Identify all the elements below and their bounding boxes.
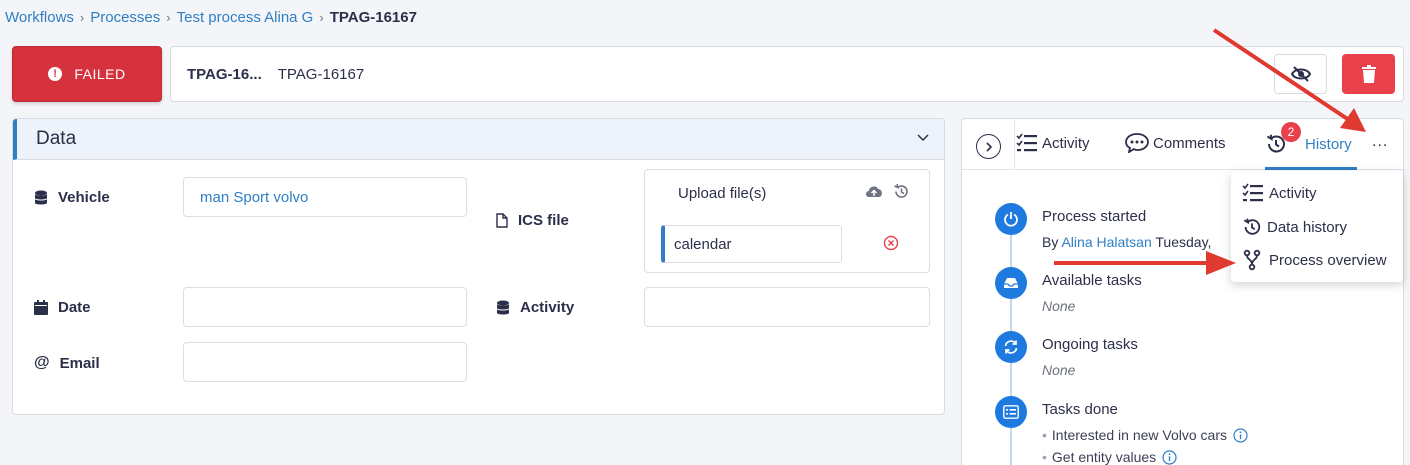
- tab-divider: [1014, 119, 1015, 170]
- tab-history[interactable]: History: [1265, 133, 1352, 155]
- breadcrumb-separator: ›: [319, 10, 324, 25]
- cloud-upload-icon[interactable]: [864, 184, 884, 198]
- upload-files-button[interactable]: Upload file(s): [678, 185, 766, 202]
- calendar-icon: [34, 300, 48, 315]
- task-done-item: • Get entity values: [1042, 449, 1177, 465]
- status-label: FAILED: [74, 66, 126, 82]
- more-tabs-button[interactable]: ...: [1372, 133, 1388, 151]
- process-started-by: By Alina Halatsan Tuesday,: [1042, 234, 1212, 250]
- breadcrumb-workflows[interactable]: Workflows: [5, 9, 74, 26]
- eye-slash-icon: [1290, 66, 1311, 82]
- date-field[interactable]: [183, 287, 467, 327]
- comment-dots-icon: [1125, 133, 1149, 153]
- breadcrumb-separator: ›: [79, 10, 85, 25]
- activity-field[interactable]: [644, 287, 930, 327]
- available-tasks-value: None: [1042, 298, 1076, 314]
- activity-label: Activity: [496, 299, 574, 316]
- more-tabs-dropdown: Activity Data history Process overview: [1231, 171, 1403, 282]
- branch-icon: [1242, 249, 1264, 271]
- task-list-icon: [995, 396, 1027, 428]
- at-icon: @: [34, 354, 50, 371]
- hide-button[interactable]: [1274, 54, 1327, 94]
- info-icon[interactable]: [1233, 427, 1248, 443]
- list-check-icon: [1016, 133, 1038, 153]
- database-icon: [496, 300, 510, 316]
- available-tasks-title: Available tasks: [1042, 272, 1142, 289]
- uploaded-file-chip[interactable]: calendar: [661, 225, 842, 263]
- ics-file-label: ICS file: [496, 212, 569, 229]
- email-field[interactable]: [183, 342, 467, 382]
- ongoing-tasks-value: None: [1042, 362, 1076, 378]
- date-label: Date: [34, 299, 91, 316]
- power-icon: [995, 203, 1027, 235]
- side-panel-tabs: Activity Comments History 2 ...: [962, 119, 1403, 170]
- vehicle-field[interactable]: man Sport volvo: [183, 177, 467, 217]
- history-icon: [1242, 217, 1262, 237]
- user-link[interactable]: Alina Halatsan: [1061, 234, 1151, 250]
- data-panel-title: Data: [36, 128, 77, 149]
- tasks-done-title: Tasks done: [1042, 401, 1118, 418]
- breadcrumb: Workflows › Processes › Test process Ali…: [5, 9, 417, 26]
- process-title-input[interactable]: TPAG-16167: [278, 66, 364, 83]
- menu-item-activity[interactable]: Activity: [1242, 183, 1317, 203]
- breadcrumb-process[interactable]: Test process Alina G: [177, 9, 314, 26]
- process-short-id: TPAG-16...: [187, 65, 262, 83]
- ongoing-tasks-title: Ongoing tasks: [1042, 336, 1138, 353]
- breadcrumb-separator: ›: [166, 10, 171, 25]
- collapse-panel-button[interactable]: [976, 134, 1001, 159]
- chevron-down-icon[interactable]: [916, 131, 930, 145]
- vehicle-label: Vehicle: [34, 189, 110, 206]
- trash-icon: [1361, 65, 1376, 83]
- tab-activity[interactable]: Activity: [1016, 133, 1090, 153]
- breadcrumb-current: TPAG-16167: [329, 9, 417, 26]
- inbox-icon: [995, 267, 1027, 299]
- data-panel-header[interactable]: Data: [13, 119, 944, 160]
- remove-file-icon[interactable]: [883, 235, 899, 251]
- history-icon[interactable]: [893, 183, 910, 200]
- task-done-item: • Interested in new Volvo cars: [1042, 427, 1248, 443]
- file-icon: [496, 213, 508, 228]
- file-name: calendar: [674, 235, 732, 253]
- sync-icon: [995, 331, 1027, 363]
- menu-item-data-history[interactable]: Data history: [1242, 217, 1347, 237]
- ics-file-upload: Upload file(s) calendar: [644, 169, 930, 273]
- database-icon: [34, 190, 48, 206]
- list-check-icon: [1242, 183, 1264, 203]
- breadcrumb-processes[interactable]: Processes: [90, 9, 160, 26]
- history-badge: 2: [1281, 122, 1301, 142]
- chevron-right-icon: [985, 141, 992, 152]
- data-panel: Data Vehicle man Sport volvo ICS file Up…: [12, 118, 945, 415]
- tab-comments[interactable]: Comments: [1125, 133, 1226, 153]
- info-icon[interactable]: [1162, 449, 1177, 465]
- process-title-bar: TPAG-16... TPAG-16167: [170, 46, 1404, 102]
- active-tab-indicator: [1265, 167, 1357, 170]
- delete-button[interactable]: [1342, 54, 1395, 94]
- failed-status-button[interactable]: ! FAILED: [12, 46, 162, 102]
- process-started-title: Process started: [1042, 208, 1147, 225]
- exclamation-circle-icon: !: [48, 67, 63, 81]
- menu-item-process-overview[interactable]: Process overview: [1242, 249, 1387, 271]
- email-label: @ Email: [34, 354, 100, 372]
